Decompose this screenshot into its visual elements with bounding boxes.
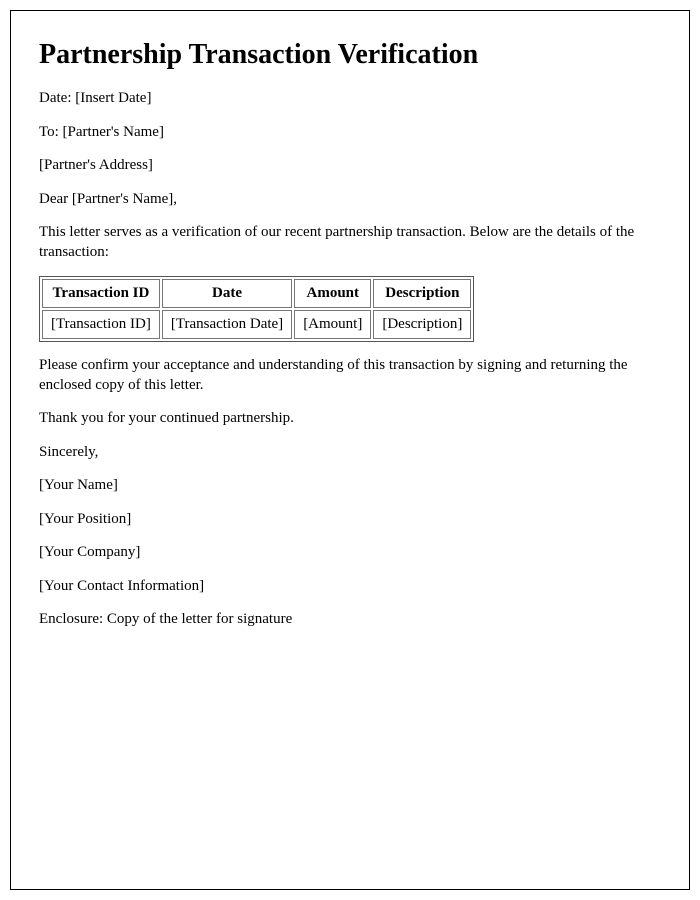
page-title: Partnership Transaction Verification: [39, 39, 661, 71]
intro-paragraph: This letter serves as a verification of …: [39, 223, 661, 262]
col-header-date: Date: [162, 279, 292, 308]
transaction-table: Transaction ID Date Amount Description […: [39, 276, 474, 342]
closing: Sincerely,: [39, 443, 661, 463]
col-header-description: Description: [373, 279, 471, 308]
cell-date: [Transaction Date]: [162, 310, 292, 339]
table-row: [Transaction ID] [Transaction Date] [Amo…: [42, 310, 471, 339]
your-position: [Your Position]: [39, 510, 661, 530]
salutation: Dear [Partner's Name],: [39, 190, 661, 210]
cell-description: [Description]: [373, 310, 471, 339]
your-contact: [Your Contact Information]: [39, 577, 661, 597]
col-header-amount: Amount: [294, 279, 371, 308]
date-line: Date: [Insert Date]: [39, 89, 661, 109]
cell-amount: [Amount]: [294, 310, 371, 339]
your-name: [Your Name]: [39, 476, 661, 496]
enclosure-line: Enclosure: Copy of the letter for signat…: [39, 610, 661, 630]
table-header-row: Transaction ID Date Amount Description: [42, 279, 471, 308]
col-header-id: Transaction ID: [42, 279, 160, 308]
confirm-paragraph: Please confirm your acceptance and under…: [39, 356, 661, 395]
page: Partnership Transaction Verification Dat…: [0, 0, 700, 900]
document-frame: Partnership Transaction Verification Dat…: [10, 10, 690, 890]
cell-id: [Transaction ID]: [42, 310, 160, 339]
address-line: [Partner's Address]: [39, 156, 661, 176]
your-company: [Your Company]: [39, 543, 661, 563]
thanks-paragraph: Thank you for your continued partnership…: [39, 409, 661, 429]
to-line: To: [Partner's Name]: [39, 123, 661, 143]
